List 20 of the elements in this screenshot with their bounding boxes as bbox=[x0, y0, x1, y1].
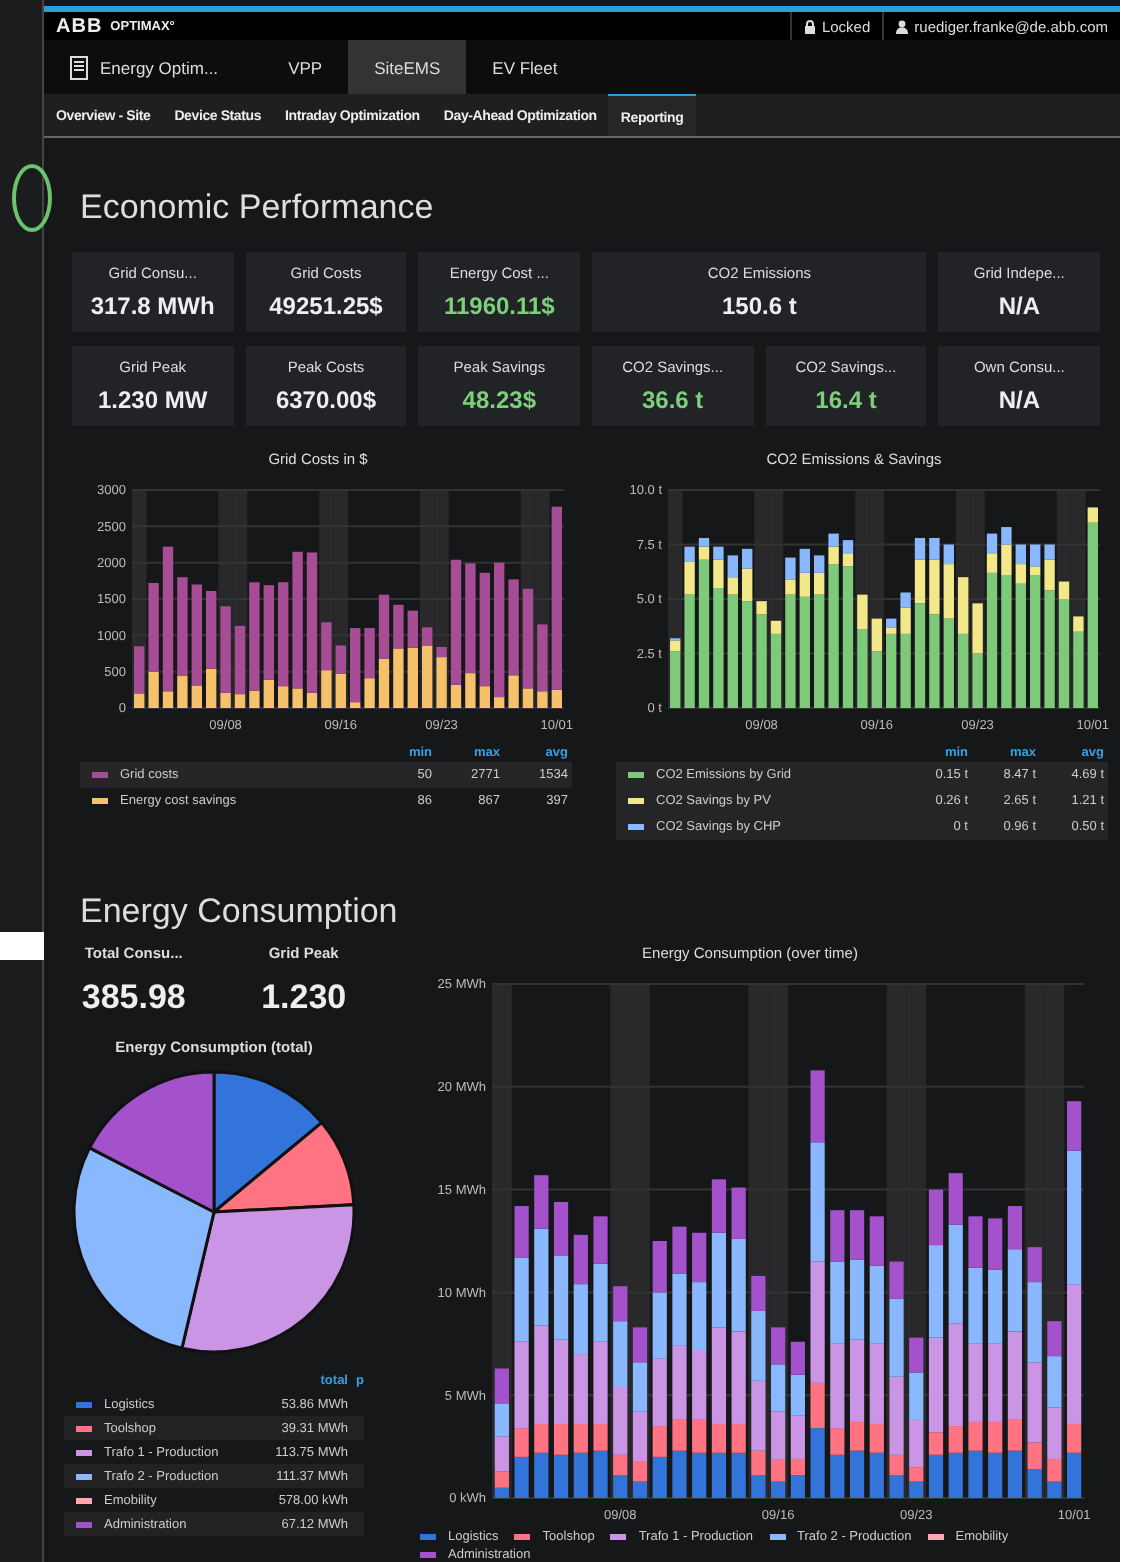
nav-tab[interactable]: VPP bbox=[262, 40, 349, 95]
nav-tab[interactable]: SiteEMS bbox=[348, 40, 467, 95]
stat-value: 16.4 t bbox=[815, 386, 877, 414]
nav-tab[interactable]: EV Fleet bbox=[466, 40, 584, 95]
section-title: Energy Consumption bbox=[80, 892, 400, 932]
stat-value: 36.6 t bbox=[641, 386, 704, 414]
stat-value: N/A bbox=[998, 386, 1040, 414]
stat-value: 11960.11$ bbox=[443, 292, 555, 320]
section-title: Economic Performance bbox=[80, 188, 436, 228]
stat-value: 6370.00$ bbox=[275, 386, 377, 414]
stat-value: 1.230 bbox=[261, 978, 347, 1018]
stat-value: 150.6 t bbox=[721, 292, 797, 320]
nav-tab[interactable]: Energy Optim... bbox=[44, 40, 263, 95]
stat-value: 385.98 bbox=[81, 978, 186, 1018]
stat-value: 49251.25$ bbox=[269, 292, 383, 320]
logo: ABB bbox=[54, 15, 105, 38]
stat-value: 48.23$ bbox=[462, 386, 536, 414]
stat-value: 1.230 MW bbox=[97, 386, 208, 414]
stat-value: 317.8 MWh bbox=[90, 292, 215, 320]
stat-value: N/A bbox=[998, 292, 1040, 320]
